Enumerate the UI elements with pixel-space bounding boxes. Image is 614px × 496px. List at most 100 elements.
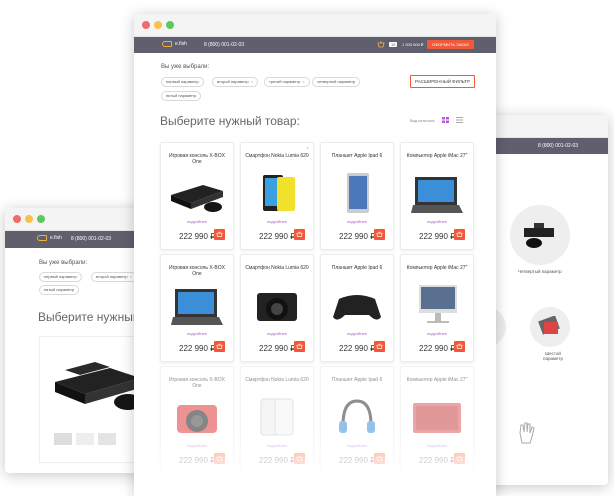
more-link[interactable]: подробнее [241,331,313,336]
product-price: 222 990 ₽ [339,344,376,353]
xbox-console-icon [524,223,554,248]
product-name[interactable]: Смартфон Nokia Lumia 620 [245,377,309,383]
chip-close-icon[interactable]: × [130,274,132,279]
nokia-phone-icon[interactable] [247,171,307,215]
cart-count-badge: 15 [389,42,398,47]
red-tablet-icon [538,316,560,335]
xbox-console-icon[interactable] [167,171,227,215]
product-card[interactable]: Игровая консоль X-BOX One подробнее 222 99… [160,254,234,362]
product-name[interactable]: Игровая консоль X-BOX One [165,153,229,165]
product-name[interactable]: Игровая консоль X-BOX One [165,377,229,389]
thumbnail-strip [54,433,116,445]
basket-icon [296,231,303,238]
product-price: 222 990 ₽ [259,344,296,353]
grid-view-icon[interactable] [442,117,449,123]
chip-label: третий параметр [269,79,301,84]
maximize-dot[interactable] [37,215,45,223]
product-card[interactable]: Компьютер Apple iMac 27" подробнее 222 990… [400,142,474,250]
surface-tablet-icon[interactable] [407,171,467,215]
view-label: Вид каталога [410,118,435,123]
surface-tablet-icon[interactable] [167,283,227,327]
add-to-cart-button[interactable] [454,341,465,352]
more-link[interactable]: подробнее [161,331,233,336]
add-to-cart-button[interactable] [214,341,225,352]
minimize-dot[interactable] [154,21,162,29]
main-window: e.fish 8 (800) 001-02-03 15 1 200 000 ₽ … [134,14,496,496]
chip-close-icon[interactable]: × [251,79,253,84]
basket-icon [376,343,383,350]
more-link[interactable]: подробнее [161,219,233,224]
imac-icon[interactable] [407,283,467,327]
product-card[interactable]: Планшет Apple Ipad 6 подробнее 222 990 ₽ [320,142,394,250]
product-price: 222 990 ₽ [179,344,216,353]
add-to-cart-button[interactable] [294,229,305,240]
thumbnail[interactable] [76,433,94,445]
ipad-icon[interactable] [327,171,387,215]
right-product-circle[interactable] [510,205,570,265]
product-name[interactable]: Смартфон Nokia Lumia 620 [245,265,309,271]
close-dot[interactable] [142,21,150,29]
extended-filter-button[interactable]: РАСШИРЕННЫЙ ФИЛЬТР [410,75,476,88]
product-card[interactable]: Игровая консоль X-BOX One подробнее 222 99… [160,142,234,250]
catalog-title: Выберите нужный товар: [160,114,300,128]
gamepad-icon[interactable] [327,283,387,327]
fish-logo-icon [162,41,172,47]
card-close-icon[interactable]: × [306,146,309,152]
basket-icon[interactable] [377,41,385,48]
product-name[interactable]: Компьютер Apple iMac 27" [405,265,469,271]
basket-icon [216,231,223,238]
product-name[interactable]: Планшет Apple Ipad 6 [325,377,389,383]
left-logo[interactable]: e.fish [37,235,62,241]
right-window: 8 (800) 001-02-03 Четвертый параметр Шес… [478,115,608,485]
basket-icon [216,343,223,350]
filter-chip-3[interactable]: третий параметр × [264,77,310,87]
filter-chip-1[interactable]: первый параметр [161,77,204,87]
product-card[interactable]: × Смартфон Nokia Lumia 620 подробнее 222 99… [240,142,314,250]
list-view-icon[interactable] [456,117,463,123]
product-name[interactable]: Компьютер Apple iMac 27" [405,377,469,383]
add-to-cart-button[interactable] [294,341,305,352]
thumbnail[interactable] [54,433,72,445]
dslr-camera-icon[interactable] [247,283,307,327]
chip-label: пятый параметр [166,93,197,98]
right-phone: 8 (800) 001-02-03 [538,143,579,149]
product-name[interactable]: Планшет Apple Ipad 6 [325,153,389,159]
maximize-dot[interactable] [166,21,174,29]
add-to-cart-button[interactable] [374,229,385,240]
filter-chip-2[interactable]: второй параметр × [212,77,258,87]
thumbnail[interactable] [98,433,116,445]
product-name[interactable]: Планшет Apple Ipad 6 [325,265,389,271]
add-to-cart-button[interactable] [214,229,225,240]
chip-close-icon[interactable]: × [302,79,304,84]
right-topbar: 8 (800) 001-02-03 [478,138,608,154]
fish-logo-icon [37,235,47,241]
product-card[interactable]: Компьютер Apple iMac 27" подробнее 222 990… [400,254,474,362]
add-to-cart-button[interactable] [454,229,465,240]
left-filters-title: Вы уже выбрали: [39,260,88,266]
left-chip-2[interactable]: второй параметр × [91,272,137,282]
main-window-chrome [134,14,496,37]
minimize-dot[interactable] [25,215,33,223]
more-link[interactable]: подробнее [401,331,473,336]
more-link[interactable]: подробнее [241,219,313,224]
left-phone: 8 (800) 001-02-03 [71,236,112,242]
right-product-circle-2[interactable] [530,307,570,347]
left-chip-3[interactable]: пятый параметр [39,285,80,295]
filter-chip-4[interactable]: четвертый параметр [312,77,361,87]
product-name[interactable]: Игровая консоль X-BOX One [165,265,229,277]
more-link[interactable]: подробнее [321,219,393,224]
product-card[interactable]: Смартфон Nokia Lumia 620 подробнее 222 990… [240,254,314,362]
close-dot[interactable] [13,215,21,223]
product-card[interactable]: Планшет Apple Ipad 6 подробнее 222 990 ₽ [320,254,394,362]
order-button[interactable]: ОФОРМИТЬ ЗАКАЗ [427,40,474,49]
more-link[interactable]: подробнее [321,331,393,336]
product-name[interactable]: Компьютер Apple iMac 27" [405,153,469,159]
chip-label: второй параметр [96,274,128,279]
more-link[interactable]: подробнее [401,219,473,224]
main-logo[interactable]: e.fish [162,41,187,47]
chip-label: первый параметр [44,274,77,279]
product-name[interactable]: Смартфон Nokia Lumia 620 [245,153,309,159]
add-to-cart-button[interactable] [374,341,385,352]
left-chip-1[interactable]: первый параметр [39,272,82,282]
filter-chip-5[interactable]: пятый параметр [161,91,202,101]
